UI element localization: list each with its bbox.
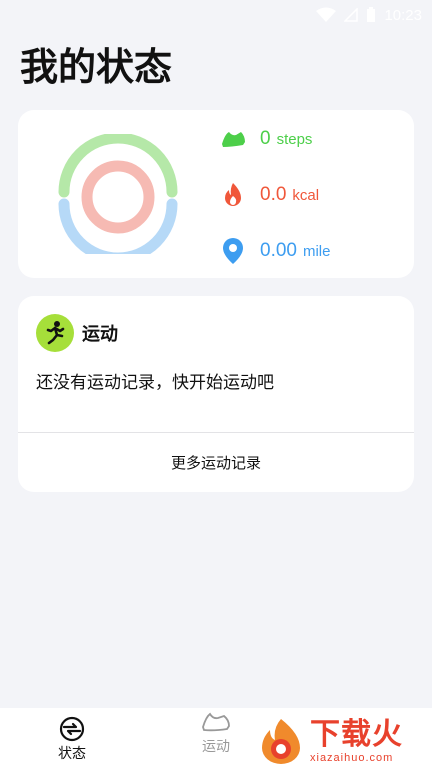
exercise-empty-text: 还没有运动记录，快开始运动吧 <box>36 373 274 393</box>
battery-icon <box>366 7 376 23</box>
steps-unit: steps <box>276 130 313 148</box>
exercise-card: 运动 还没有运动记录，快开始运动吧 更多运动记录 <box>18 296 414 492</box>
watermark-logo: 下载火 xiazaihuo.com <box>256 712 432 769</box>
nav-tab-status[interactable]: 状态 <box>0 708 144 769</box>
wifi-icon <box>316 7 337 23</box>
exercise-title: 运动 <box>82 324 118 345</box>
location-pin-icon <box>218 236 248 266</box>
more-records-button[interactable]: 更多运动记录 <box>18 433 414 492</box>
status-bar: 10:23 <box>0 0 432 30</box>
mile-stat: 0.00 mile <box>218 236 331 266</box>
stats-card: 0 steps 0.0 kcal 0.00 mile <box>18 110 414 278</box>
nav-tab-status-label: 状态 <box>58 745 86 762</box>
flame-logo-icon <box>262 718 300 764</box>
shoe-icon <box>218 124 248 154</box>
mile-value: 0.00 <box>260 240 297 261</box>
status-time: 10:23 <box>384 6 422 24</box>
exercise-header: 运动 <box>36 314 118 352</box>
running-icon <box>36 314 74 352</box>
page-title: 我的状态 <box>20 45 173 89</box>
kcal-value: 0.0 <box>260 184 287 205</box>
watermark-en: xiazaihuo.com <box>310 751 394 764</box>
mile-unit: mile <box>302 242 331 260</box>
status-tab-icon <box>59 715 85 743</box>
signal-icon <box>344 8 359 22</box>
nav-tab-sport-label: 运动 <box>202 739 230 755</box>
steps-stat: 0 steps <box>218 124 312 154</box>
kcal-unit: kcal <box>292 186 320 204</box>
steps-value: 0 <box>260 128 271 149</box>
kcal-stat: 0.0 kcal <box>218 180 319 210</box>
fire-icon <box>218 180 248 210</box>
sneaker-icon <box>200 708 232 736</box>
watermark-cn: 下载火 <box>310 716 403 752</box>
activity-rings <box>58 134 178 254</box>
